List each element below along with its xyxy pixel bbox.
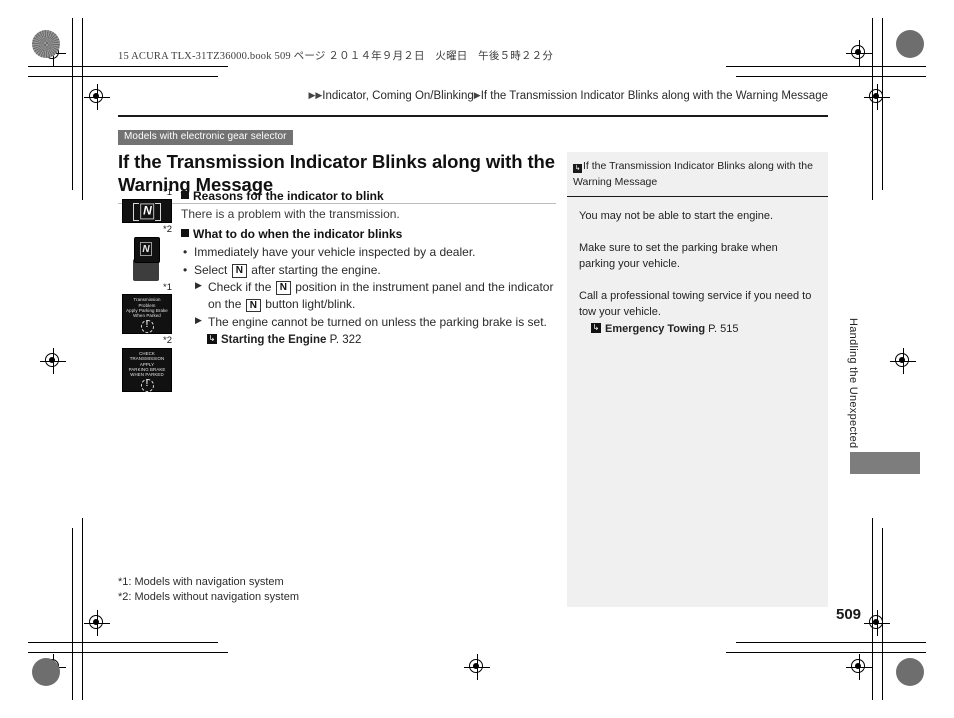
footnote-item: *2: Models without navigation system [118, 591, 299, 604]
breadcrumb-arrow-icon: ▶ [308, 90, 316, 100]
square-bullet-icon [181, 191, 189, 199]
warning-exclamation-icon [140, 379, 154, 393]
side-note-body: You may not be able to start the engine.… [567, 197, 828, 337]
figure-note: *2 [163, 335, 172, 347]
model-applicability-badge: Models with electronic gear selector [118, 130, 293, 145]
sub-bullet-item: Check if the N position in the instrumen… [181, 279, 556, 314]
registration-mark [890, 348, 916, 374]
bracket-right-icon [155, 203, 161, 222]
registration-mark [846, 40, 872, 66]
crop-line [726, 652, 926, 653]
crop-line [736, 76, 926, 77]
sub-text-b: position in the instrument panel and the… [295, 279, 554, 294]
message-line: WHEN PARKED [130, 372, 164, 378]
crop-line [736, 642, 926, 643]
registration-mark [40, 348, 66, 374]
figure-note: *1 [163, 281, 172, 293]
figure-note: *1 [163, 187, 172, 198]
neutral-key-glyph: N [275, 281, 291, 295]
breadcrumb-arrow-icon: ▶ [315, 90, 323, 100]
registration-mark [84, 84, 110, 110]
crop-line [28, 66, 228, 67]
color-density-blob [32, 30, 60, 58]
sub-text-d: button light/blink. [265, 297, 356, 312]
print-file-header: 15 ACURA TLX-31TZ36000.book 509 ページ ２０１４… [118, 51, 554, 62]
bullet-text-pre: Select [194, 262, 228, 277]
side-note-marker-icon: ↳ [573, 164, 582, 173]
registration-mark [464, 654, 490, 680]
message-line: TRANSMISSION [129, 356, 165, 362]
page-number: 509 [836, 606, 862, 623]
cross-reference-arrow-icon: ↳ [591, 322, 601, 333]
neutral-button-glyph: N [140, 241, 152, 256]
chapter-thumb-index-block [850, 452, 920, 474]
side-cross-reference-page: P. 515 [708, 322, 739, 335]
neutral-key-glyph: N [245, 298, 261, 313]
color-density-blob [896, 30, 924, 58]
section-heading-whattodo: What to do when the indicator blinks [181, 226, 556, 243]
message-display-text: Transmission Problem Apply Parking Brake… [123, 295, 171, 334]
side-note-heading-label: If the Transmission Indicator Blinks alo… [573, 160, 813, 188]
section-heading-reasons: Reasons for the indicator to blink [181, 188, 556, 205]
breadcrumb: ▶▶Indicator, Coming On/Blinking▶If the T… [118, 90, 828, 102]
cross-reference-arrow-icon: ↳ [207, 334, 217, 345]
crop-line [726, 66, 926, 67]
breadcrumb-topic[interactable]: If the Transmission Indicator Blinks alo… [481, 90, 828, 102]
side-cross-reference-label: Emergency Towing [605, 322, 706, 335]
neutral-gear-icon: N [140, 203, 154, 220]
neutral-key-glyph: N [231, 264, 247, 278]
side-note-paragraph: Make sure to set the parking brake when … [579, 241, 778, 271]
square-bullet-icon [181, 228, 189, 237]
registration-mark [864, 610, 890, 636]
reasons-body-text: There is a problem with the transmission… [181, 207, 400, 222]
side-note-paragraph: Call a professional towing service if yo… [579, 289, 812, 319]
bracket-left-icon [133, 203, 139, 222]
n-push-button-figure: N [132, 236, 160, 281]
push-button-icon: N [132, 236, 160, 281]
registration-mark [84, 610, 110, 636]
main-body-text: Reasons for the indicator to blink There… [181, 188, 556, 349]
side-note-paragraph: You may not be able to start the engine. [579, 210, 774, 222]
footnotes: *1: Models with navigation system *2: Mo… [118, 575, 299, 605]
registration-mark [864, 84, 890, 110]
crop-line [82, 18, 83, 200]
footnote-item: *1: Models with navigation system [118, 576, 284, 588]
crop-line [82, 518, 83, 700]
crop-line [28, 76, 218, 77]
section-heading-label: What to do when the indicator blinks [193, 226, 403, 241]
chapter-tab-label: Handling the Unexpected [847, 318, 859, 449]
bullet-text-post: after starting the engine. [251, 262, 381, 277]
crop-line [72, 18, 73, 190]
sub-text-a: Check if the [208, 279, 272, 294]
warning-exclamation-icon [140, 320, 154, 334]
side-note-panel: ↳ If the Transmission Indicator Blinks al… [567, 152, 828, 607]
sub-text-c: on the [208, 297, 242, 312]
gear-indicator-display-figure: N [122, 199, 172, 224]
warning-message-display-figure-1: Transmission Problem Apply Parking Brake… [122, 294, 172, 335]
cross-reference-link[interactable]: ↳ Starting the Engine P. 322 [181, 332, 556, 349]
breadcrumb-section[interactable]: Indicator, Coming On/Blinking [322, 90, 474, 102]
cross-reference-page: P. 322 [329, 334, 362, 347]
header-divider [118, 115, 828, 117]
figure-gutter: *1 N *2 N *1 Transmission Problem Apply … [114, 187, 174, 394]
warning-message-display-figure-2: CHECK TRANSMISSION APPLY PARKING BRAKE W… [122, 347, 172, 394]
message-line: When Parked [133, 313, 161, 319]
breadcrumb-arrow-icon: ▶ [473, 90, 481, 100]
bullet-item: Select N after starting the engine. [181, 262, 556, 280]
side-cross-reference-link[interactable]: ↳ Emergency Towing P. 515 [579, 321, 816, 338]
message-display-text: CHECK TRANSMISSION APPLY PARKING BRAKE W… [123, 349, 171, 394]
crop-line [872, 518, 873, 700]
crop-line [28, 652, 228, 653]
section-heading-label: Reasons for the indicator to blink [193, 189, 384, 203]
side-note-heading: ↳ If the Transmission Indicator Blinks al… [567, 152, 828, 196]
color-density-blob [32, 658, 60, 686]
crop-line [72, 528, 73, 700]
crop-line [28, 642, 218, 643]
color-density-blob [896, 658, 924, 686]
sub-bullet-item: The engine cannot be turned on unless th… [181, 314, 556, 331]
figure-note: *2 [163, 224, 172, 236]
bullet-item: Immediately have your vehicle inspected … [181, 244, 556, 262]
cross-reference-label: Starting the Engine [221, 334, 327, 347]
registration-mark [846, 654, 872, 680]
